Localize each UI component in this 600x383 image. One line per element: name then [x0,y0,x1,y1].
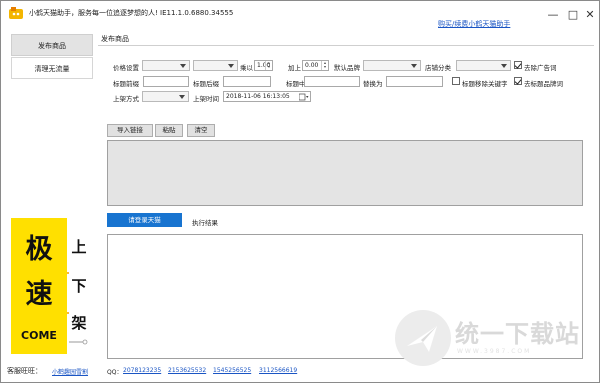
banner-char-1: 极 [26,234,53,265]
contact-label: 客服旺旺： [7,367,42,375]
brand-label: 默认品牌 [334,64,360,72]
tab-divider [98,45,594,46]
qq-link-3[interactable]: 1545256525 [213,367,251,374]
title-prefix-label: 标题前缀 [113,80,139,88]
app-logo-icon [9,7,23,19]
list-method-label: 上架方式 [113,95,139,103]
brand-select[interactable] [363,60,421,71]
shop-category-label: 店铺分类 [425,64,451,72]
banner-small-3: 架 [70,314,86,332]
title-middle-input[interactable] [304,76,360,87]
qq-label: QQ： [107,369,123,376]
add-stepper[interactable]: 0.00 ▴ ▾ [302,60,329,71]
qq-link-4[interactable]: 3112566619 [259,367,297,374]
banner-small-2: 下 [71,277,86,295]
close-icon[interactable]: ✕ [583,9,597,21]
sidebar-item-clean[interactable]: 清理无流量 [11,57,93,79]
title-suffix-label: 标题后缀 [193,80,219,88]
qq-link-2[interactable]: 2153625532 [168,367,206,374]
import-links-button[interactable]: 导入链接 [107,124,153,137]
tab-publish[interactable]: 发布商品 [101,34,129,44]
remove-brand-checkbox[interactable] [514,77,522,85]
multiply-label: 乘以 [240,64,253,72]
title-prefix-input[interactable] [143,76,189,87]
sidebar: 发布商品 清理无流量 [11,34,93,80]
login-tmall-button[interactable]: 请登录天猫 [107,213,182,227]
stepper-arrows-icon[interactable]: ▴ ▾ [265,61,272,70]
add-value: 0.00 [305,62,319,69]
remove-brand-label: 去标题品牌词 [524,80,563,88]
replace-label: 替换为 [363,80,383,88]
stepper-arrows-icon[interactable]: ▴ ▾ [321,61,328,70]
clear-button[interactable]: 清空 [187,124,215,137]
list-time-label: 上架时间 [193,95,219,103]
result-tab[interactable]: 执行结果 [192,217,218,227]
remove-keywords-label: 标题移除关键字 [462,80,508,88]
purchase-link[interactable]: 购买/续费小鹤天猫助手 [438,19,510,29]
window-title: 小鹤天猫助手，服务每一位追逐梦想的人! IE11.1.0.6880.34555 [29,9,234,17]
banner-char-2: 速 [26,279,53,310]
paste-button[interactable]: 粘贴 [155,124,183,137]
title-bar: 小鹤天猫助手，服务每一位追逐梦想的人! IE11.1.0.6880.34555 … [1,1,599,29]
price-source-select[interactable] [142,60,190,71]
title-suffix-input[interactable] [223,76,271,87]
list-time-value: 2018-11-06 16:13:05 [226,93,290,100]
list-time-picker[interactable]: 2018-11-06 16:13:05 [223,91,311,102]
multiply-stepper[interactable]: 1.00 ▴ ▾ [254,60,273,71]
app-window: 小鹤天猫助手，服务每一位追逐梦想的人! IE11.1.0.6880.34555 … [0,0,600,383]
qq-link-1[interactable]: 2078123235 [123,367,161,374]
price-mode-select[interactable] [193,60,238,71]
banner-come: COME [21,329,57,342]
remove-keywords-checkbox[interactable] [452,77,460,85]
links-textarea[interactable] [107,140,583,206]
remove-ads-label: 去除广告词 [524,64,557,72]
watermark-text: 统一下载站 [455,320,580,348]
watermark-subtext: WWW.3987.COM [457,348,532,355]
minimize-icon[interactable]: — [546,9,560,21]
tab-strip: 发布商品 [98,34,594,44]
contact-wangwang-link[interactable]: 小鹤趣园雪割 [52,367,88,376]
price-label: 价格设置 [113,64,139,72]
add-label: 加上 [288,64,301,72]
maximize-icon[interactable]: □ [566,9,580,21]
calendar-dropdown-icon[interactable] [299,93,309,101]
banner-small-1: 上 [71,238,86,256]
promo-banner-art: 极 速 COME 上 下 架 [11,218,88,354]
list-method-select[interactable] [142,91,189,102]
title-middle-label: 标题中 [286,80,306,88]
remove-ads-checkbox[interactable] [514,61,522,69]
sidebar-item-publish[interactable]: 发布商品 [11,34,93,56]
promo-banner[interactable]: 极 速 COME 上 下 架 [11,218,93,354]
replace-input[interactable] [386,76,443,87]
shop-category-select[interactable] [456,60,511,71]
